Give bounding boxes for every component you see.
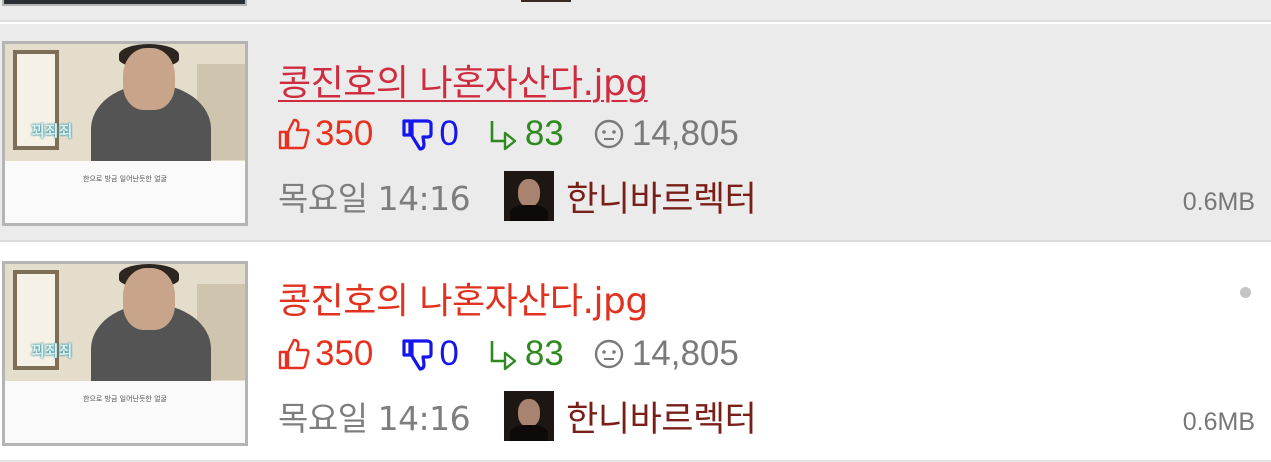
- post-meta: 목요일 14:16 한니바르렉터: [278, 170, 757, 222]
- thumbnail-subtitle: 한으로 방금 일어난듯한 얼굴: [83, 175, 167, 183]
- view-count-value: 14,805: [631, 114, 739, 153]
- author-name-link[interactable]: 한니바르렉터: [566, 391, 757, 442]
- author-avatar[interactable]: [504, 171, 555, 221]
- like-count-value: 350: [315, 334, 374, 373]
- view-count-value: 14,805: [631, 334, 739, 373]
- author-name-link[interactable]: 한니바르렉터: [566, 171, 757, 222]
- thumbs-up-icon: [278, 118, 310, 150]
- reply-count-value: 83: [524, 334, 564, 373]
- view-count: 14,805: [592, 114, 739, 154]
- file-size: 0.6MB: [1182, 188, 1255, 216]
- author-avatar[interactable]: [504, 391, 555, 441]
- post-date: 목요일 14:16: [278, 179, 471, 218]
- author-avatar: [521, 0, 571, 2]
- dislike-count-value: 0: [439, 114, 459, 153]
- previous-post-row[interactable]: [0, 0, 1271, 22]
- like-count-value: 350: [315, 114, 374, 153]
- thumbnail-image: 꾀죄죄: [5, 264, 245, 381]
- post-thumbnail[interactable]: 꾀죄죄 한으로 방금 일어난듯한 얼굴: [2, 261, 248, 446]
- eye-face-icon: [594, 119, 624, 149]
- thumbs-up-icon: [278, 338, 310, 370]
- dislike-count: 0: [401, 334, 459, 374]
- file-size: 0.6MB: [1182, 408, 1255, 436]
- reply-count-value: 83: [524, 114, 564, 153]
- thumbs-down-icon: [402, 339, 434, 371]
- reply-arrow-icon: [490, 121, 517, 151]
- dislike-count-value: 0: [439, 334, 459, 373]
- post-title-link[interactable]: 콩진호의 나혼자산다.jpg: [278, 54, 648, 106]
- eye-face-icon: [594, 339, 624, 369]
- post-title-link[interactable]: 콩진호의 나혼자산다.jpg: [278, 272, 648, 324]
- post-date: 목요일 14:16: [278, 399, 471, 438]
- thumbs-down-icon: [402, 119, 434, 151]
- post-row[interactable]: 꾀죄죄 한으로 방금 일어난듯한 얼굴 콩진호의 나혼자산다.jpg 350 0…: [0, 24, 1271, 242]
- post-thumbnail[interactable]: 꾀죄죄 한으로 방금 일어난듯한 얼굴: [2, 41, 248, 226]
- post-row[interactable]: 꾀죄죄 한으로 방금 일어난듯한 얼굴 콩진호의 나혼자산다.jpg 350 0…: [0, 244, 1271, 462]
- like-count: 350: [277, 114, 373, 154]
- reply-count: 83: [487, 334, 564, 374]
- dot-indicator-icon: [1240, 287, 1251, 298]
- like-count: 350: [277, 334, 373, 374]
- post-thumbnail[interactable]: [2, 0, 247, 6]
- thumbnail-subtitle: 한으로 방금 일어난듯한 얼굴: [83, 395, 167, 403]
- view-count: 14,805: [592, 334, 739, 374]
- post-meta: 목요일 14:16 한니바르렉터: [278, 390, 757, 442]
- post-stats: 350 0 83 14,805: [277, 334, 767, 374]
- thumbnail-overlay-text: 꾀죄죄: [31, 122, 73, 140]
- thumbnail-image: 꾀죄죄: [5, 44, 245, 161]
- reply-arrow-icon: [490, 341, 517, 371]
- dislike-count: 0: [401, 114, 459, 154]
- reply-count: 83: [487, 114, 564, 154]
- thumbnail-overlay-text: 꾀죄죄: [31, 342, 73, 360]
- post-stats: 350 0 83 14,805: [277, 114, 767, 154]
